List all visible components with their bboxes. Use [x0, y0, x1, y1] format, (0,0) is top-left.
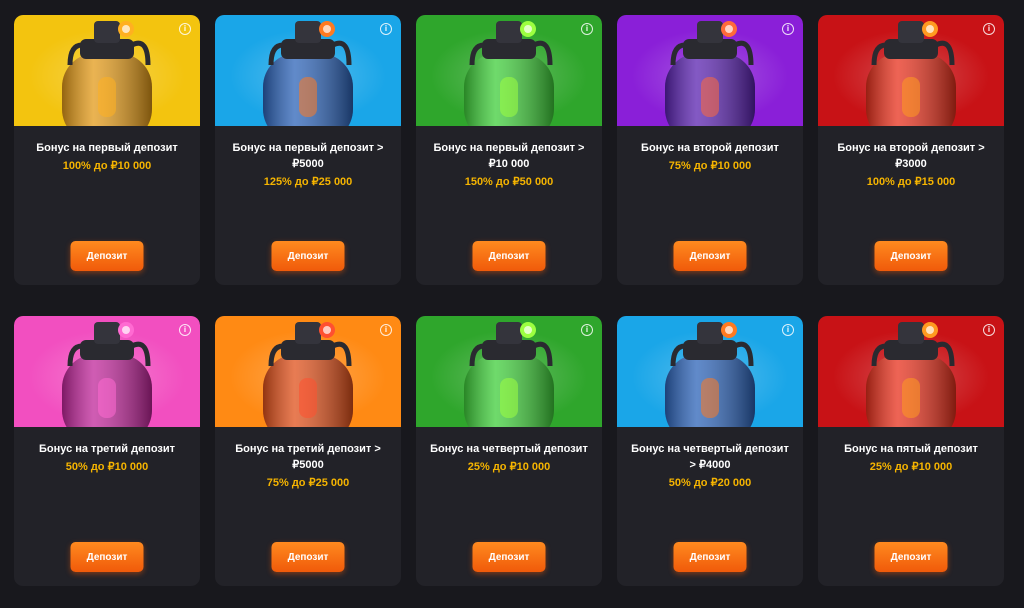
bonus-amount: 25% до ₽10 000: [869, 461, 953, 473]
bonus-card: i Бонус на четвертый депозит 25% до ₽10 …: [416, 316, 602, 586]
bonus-card: i Бонус на второй депозит 75% до ₽10 000…: [617, 15, 803, 285]
bonus-illustration: i: [818, 316, 1004, 427]
gas-cylinder-icon: [14, 15, 200, 126]
gas-cylinder-icon: [14, 316, 200, 427]
bonus-card: i Бонус на первый депозит 100% до ₽10 00…: [14, 15, 200, 285]
bonus-card: i Бонус на третий депозит 50% до ₽10 000…: [14, 316, 200, 586]
deposit-button[interactable]: Депозит: [70, 542, 144, 572]
bonus-title: Бонус на пятый депозит: [844, 443, 978, 455]
bonus-amount: 75% до ₽25 000: [266, 477, 350, 489]
deposit-button[interactable]: Депозит: [472, 241, 546, 271]
gas-cylinder-icon: [818, 15, 1004, 126]
gas-cylinder-icon: [416, 15, 602, 126]
deposit-button[interactable]: Депозит: [874, 241, 948, 271]
deposit-button[interactable]: Депозит: [271, 241, 345, 271]
bonus-title: Бонус на первый депозит: [36, 142, 178, 154]
gas-cylinder-icon: [617, 15, 803, 126]
deposit-button[interactable]: Депозит: [271, 542, 345, 572]
bonus-amount: 150% до ₽50 000: [464, 176, 554, 188]
bonus-amount: 25% до ₽10 000: [467, 461, 551, 473]
bonus-title: Бонус на второй депозит > ₽3000: [837, 142, 985, 170]
info-icon[interactable]: i: [179, 324, 191, 336]
bonus-card: i Бонус на пятый депозит 25% до ₽10 000 …: [818, 316, 1004, 586]
bonus-card: i Бонус на второй депозит > ₽3000 100% д…: [818, 15, 1004, 285]
bonus-illustration: i: [416, 316, 602, 427]
bonus-title: Бонус на первый депозит > ₽10 000: [433, 142, 585, 170]
bonus-illustration: i: [818, 15, 1004, 126]
bonus-title: Бонус на третий депозит: [38, 443, 176, 455]
info-icon[interactable]: i: [983, 324, 995, 336]
info-icon[interactable]: i: [581, 23, 593, 35]
bonus-title: Бонус на первый депозит > ₽5000: [232, 142, 384, 170]
bonus-amount: 50% до ₽20 000: [668, 477, 752, 489]
bonus-amount: 75% до ₽10 000: [668, 160, 752, 172]
gas-cylinder-icon: [215, 316, 401, 427]
deposit-button[interactable]: Депозит: [70, 241, 144, 271]
bonus-illustration: i: [416, 15, 602, 126]
gas-cylinder-icon: [416, 316, 602, 427]
info-icon[interactable]: i: [380, 23, 392, 35]
info-icon[interactable]: i: [983, 23, 995, 35]
deposit-button[interactable]: Депозит: [472, 542, 546, 572]
bonus-card: i Бонус на третий депозит > ₽5000 75% до…: [215, 316, 401, 586]
bonus-card: i Бонус на четвертый депозит > ₽4000 50%…: [617, 316, 803, 586]
bonus-grid: i Бонус на первый депозит 100% до ₽10 00…: [14, 15, 1004, 586]
bonus-title: Бонус на третий депозит > ₽5000: [235, 443, 381, 471]
gas-cylinder-icon: [215, 15, 401, 126]
bonus-illustration: i: [617, 15, 803, 126]
gas-cylinder-icon: [818, 316, 1004, 427]
bonus-card: i Бонус на первый депозит > ₽5000 125% д…: [215, 15, 401, 285]
deposit-button[interactable]: Депозит: [874, 542, 948, 572]
info-icon[interactable]: i: [581, 324, 593, 336]
bonus-card: i Бонус на первый депозит > ₽10 000 150%…: [416, 15, 602, 285]
info-icon[interactable]: i: [782, 23, 794, 35]
bonus-illustration: i: [617, 316, 803, 427]
bonus-title: Бонус на второй депозит: [641, 142, 779, 154]
info-icon[interactable]: i: [782, 324, 794, 336]
gas-cylinder-icon: [617, 316, 803, 427]
bonus-amount: 125% до ₽25 000: [263, 176, 353, 188]
bonus-amount: 100% до ₽10 000: [62, 160, 152, 172]
bonus-amount: 100% до ₽15 000: [866, 176, 956, 188]
bonus-illustration: i: [215, 15, 401, 126]
bonus-title: Бонус на четвертый депозит > ₽4000: [631, 443, 789, 471]
info-icon[interactable]: i: [179, 23, 191, 35]
bonus-title: Бонус на четвертый депозит: [430, 443, 588, 455]
bonus-amount: 50% до ₽10 000: [65, 461, 149, 473]
bonus-illustration: i: [14, 15, 200, 126]
deposit-button[interactable]: Депозит: [673, 241, 747, 271]
bonus-illustration: i: [215, 316, 401, 427]
info-icon[interactable]: i: [380, 324, 392, 336]
deposit-button[interactable]: Депозит: [673, 542, 747, 572]
bonus-illustration: i: [14, 316, 200, 427]
